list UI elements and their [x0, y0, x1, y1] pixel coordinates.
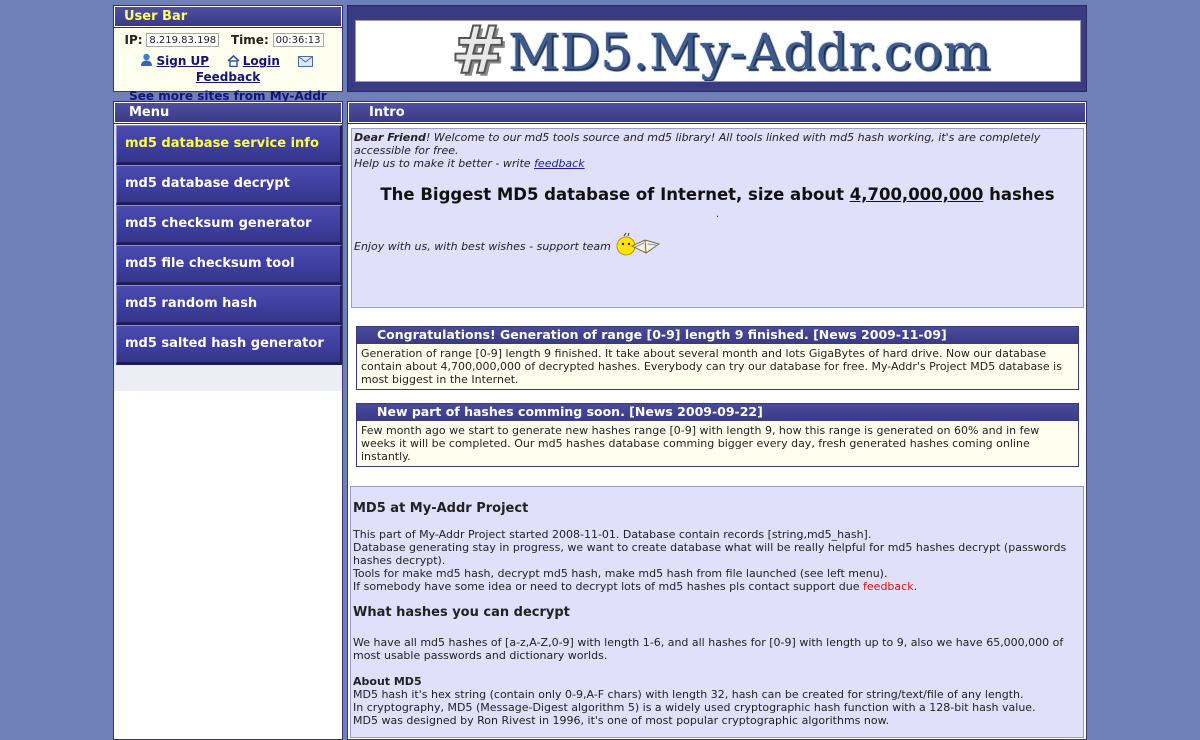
welcome-text: Dear Friend! Welcome to our md5 tools so…	[354, 131, 1041, 157]
enjoy-row: Enjoy with us, with best wishes - suppor…	[354, 232, 1081, 261]
info-paragraph: Database generating stay in progress, we…	[353, 541, 1067, 567]
news-body: Few month ago we start to generate new h…	[361, 424, 1040, 463]
info-box: MD5 at My-Addr Project This part of My-A…	[350, 486, 1084, 738]
feedback-link[interactable]: Feedback	[196, 70, 260, 84]
user-bar-title: User Bar	[113, 5, 343, 28]
time-value: 00:36:13	[272, 33, 324, 47]
user-links: Sign UP Login Feedback	[114, 53, 342, 84]
header: # MD5.My-Addr.com	[347, 5, 1087, 92]
info-paragraph: In cryptography, MD5 (Message-Digest alg…	[353, 701, 1036, 714]
menu-item-service-info[interactable]: md5 database service info	[116, 125, 342, 165]
logo-text: MD5.My-Addr.com	[508, 23, 991, 81]
login-link[interactable]: Login	[243, 54, 280, 68]
menu-item-checksum-generator[interactable]: md5 checksum generator	[116, 205, 342, 245]
smiley-reading-icon	[615, 232, 661, 261]
enjoy-text: Enjoy with us, with best wishes - suppor…	[354, 240, 611, 253]
site-logo[interactable]: # MD5.My-Addr.com	[355, 20, 1081, 82]
ip-time-row: IP: 8.219.83.198 Time: 00:36:13	[114, 33, 342, 47]
news-title: New part of hashes comming soon. [News 2…	[357, 404, 1078, 421]
page: User Bar IP: 8.219.83.198 Time: 00:36:13…	[113, 5, 1087, 740]
info-paragraph: Tools for make md5 hash, decrypt md5 has…	[353, 567, 888, 580]
intro-box: Dear Friend! Welcome to our md5 tools so…	[351, 128, 1084, 308]
about-md5-title: About MD5	[353, 675, 422, 688]
intro-feedback-link[interactable]: feedback	[534, 157, 585, 170]
menu-footer	[114, 365, 342, 391]
info-paragraph: We have all md5 hashes of [a-z,A-Z,0-9] …	[353, 636, 1064, 662]
info-paragraph: MD5 was designed by Ron Rivest in 1996, …	[353, 714, 890, 727]
menu-item-database-decrypt[interactable]: md5 database decrypt	[116, 165, 342, 205]
help-text: Help us to make it better - write feedba…	[354, 157, 585, 170]
section-heading: What hashes you can decrypt	[353, 605, 570, 620]
menu-title: Menu	[113, 101, 343, 124]
logo-hash: #	[450, 20, 507, 82]
content-panel: Intro Dear Friend! Welcome to our md5 to…	[347, 101, 1087, 740]
signup-link[interactable]: Sign UP	[156, 54, 209, 68]
ip-value: 8.219.83.198	[146, 33, 220, 47]
mail-icon	[297, 56, 313, 70]
menu-list: md5 database service info md5 database d…	[114, 125, 342, 365]
menu-panel: Menu md5 database service info md5 datab…	[113, 101, 343, 740]
user-icon	[140, 53, 153, 70]
news-item: New part of hashes comming soon. [News 2…	[356, 403, 1079, 467]
intro-title: Intro	[347, 101, 1087, 124]
info-paragraph: MD5 hash it's hex string (contain only 0…	[353, 688, 1024, 701]
info-paragraph: If somebody have some idea or need to de…	[353, 580, 918, 593]
dot: .	[715, 209, 720, 220]
dear-friend: Dear Friend	[354, 131, 426, 144]
info-feedback-link[interactable]: feedback	[863, 580, 914, 593]
menu-item-salted-hash[interactable]: md5 salted hash generator	[116, 325, 342, 365]
menu-item-random-hash[interactable]: md5 random hash	[116, 285, 342, 325]
menu-item-file-checksum[interactable]: md5 file checksum tool	[116, 245, 342, 285]
news-title: Congratulations! Generation of range [0-…	[357, 327, 1078, 344]
headline: The Biggest MD5 database of Internet, si…	[380, 185, 1055, 204]
news-item: Congratulations! Generation of range [0-…	[356, 326, 1079, 390]
time-label: Time:	[231, 33, 269, 47]
user-bar: User Bar IP: 8.219.83.198 Time: 00:36:13…	[113, 5, 343, 103]
info-paragraph: This part of My-Addr Project started 200…	[353, 528, 872, 541]
home-icon	[227, 54, 240, 70]
hash-count: 4,700,000,000	[849, 185, 984, 204]
news-body: Generation of range [0-9] length 9 finis…	[361, 347, 1062, 386]
ip-label: IP:	[124, 33, 143, 47]
section-heading: MD5 at My-Addr Project	[353, 501, 529, 516]
